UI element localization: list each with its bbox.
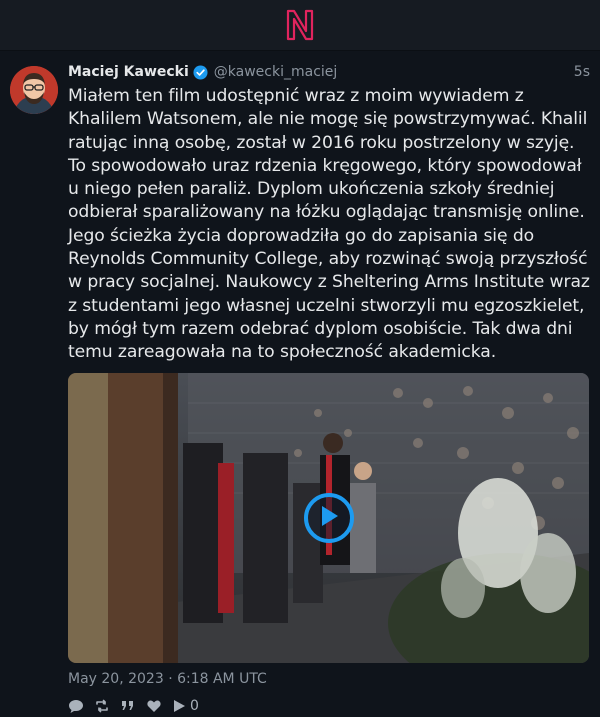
retweet-icon [94,698,110,714]
avatar[interactable] [10,66,58,114]
views-button[interactable]: 0 [172,696,199,716]
quote-button[interactable] [120,696,136,716]
like-button[interactable] [146,696,162,716]
play-icon [318,504,340,532]
tweet-date[interactable]: May 20, 2023 · 6:18 AM UTC [68,671,590,687]
tweet-header: Maciej Kawecki @kawecki_maciej 5s [68,63,590,81]
video-thumbnail[interactable] [68,372,589,663]
heart-icon [146,698,162,714]
author-handle[interactable]: @kawecki_maciej [214,64,338,80]
tweet-text: Miałem ten film udostępnić wraz z moim w… [68,86,590,363]
play-icon [172,698,186,714]
tweet: Maciej Kawecki @kawecki_maciej 5s Miałem… [0,51,600,716]
reply-button[interactable] [68,696,84,716]
nitter-logo[interactable] [285,9,315,41]
comment-icon [68,698,84,714]
tweet-actions: 0 [68,696,590,716]
retweet-button[interactable] [94,696,110,716]
tweet-time[interactable]: 5s [574,64,590,80]
quote-icon [120,698,136,714]
views-count: 0 [190,697,199,714]
top-bar [0,0,600,51]
verified-badge-icon [193,64,208,80]
play-button[interactable] [303,492,354,543]
author-name[interactable]: Maciej Kawecki [68,64,189,80]
